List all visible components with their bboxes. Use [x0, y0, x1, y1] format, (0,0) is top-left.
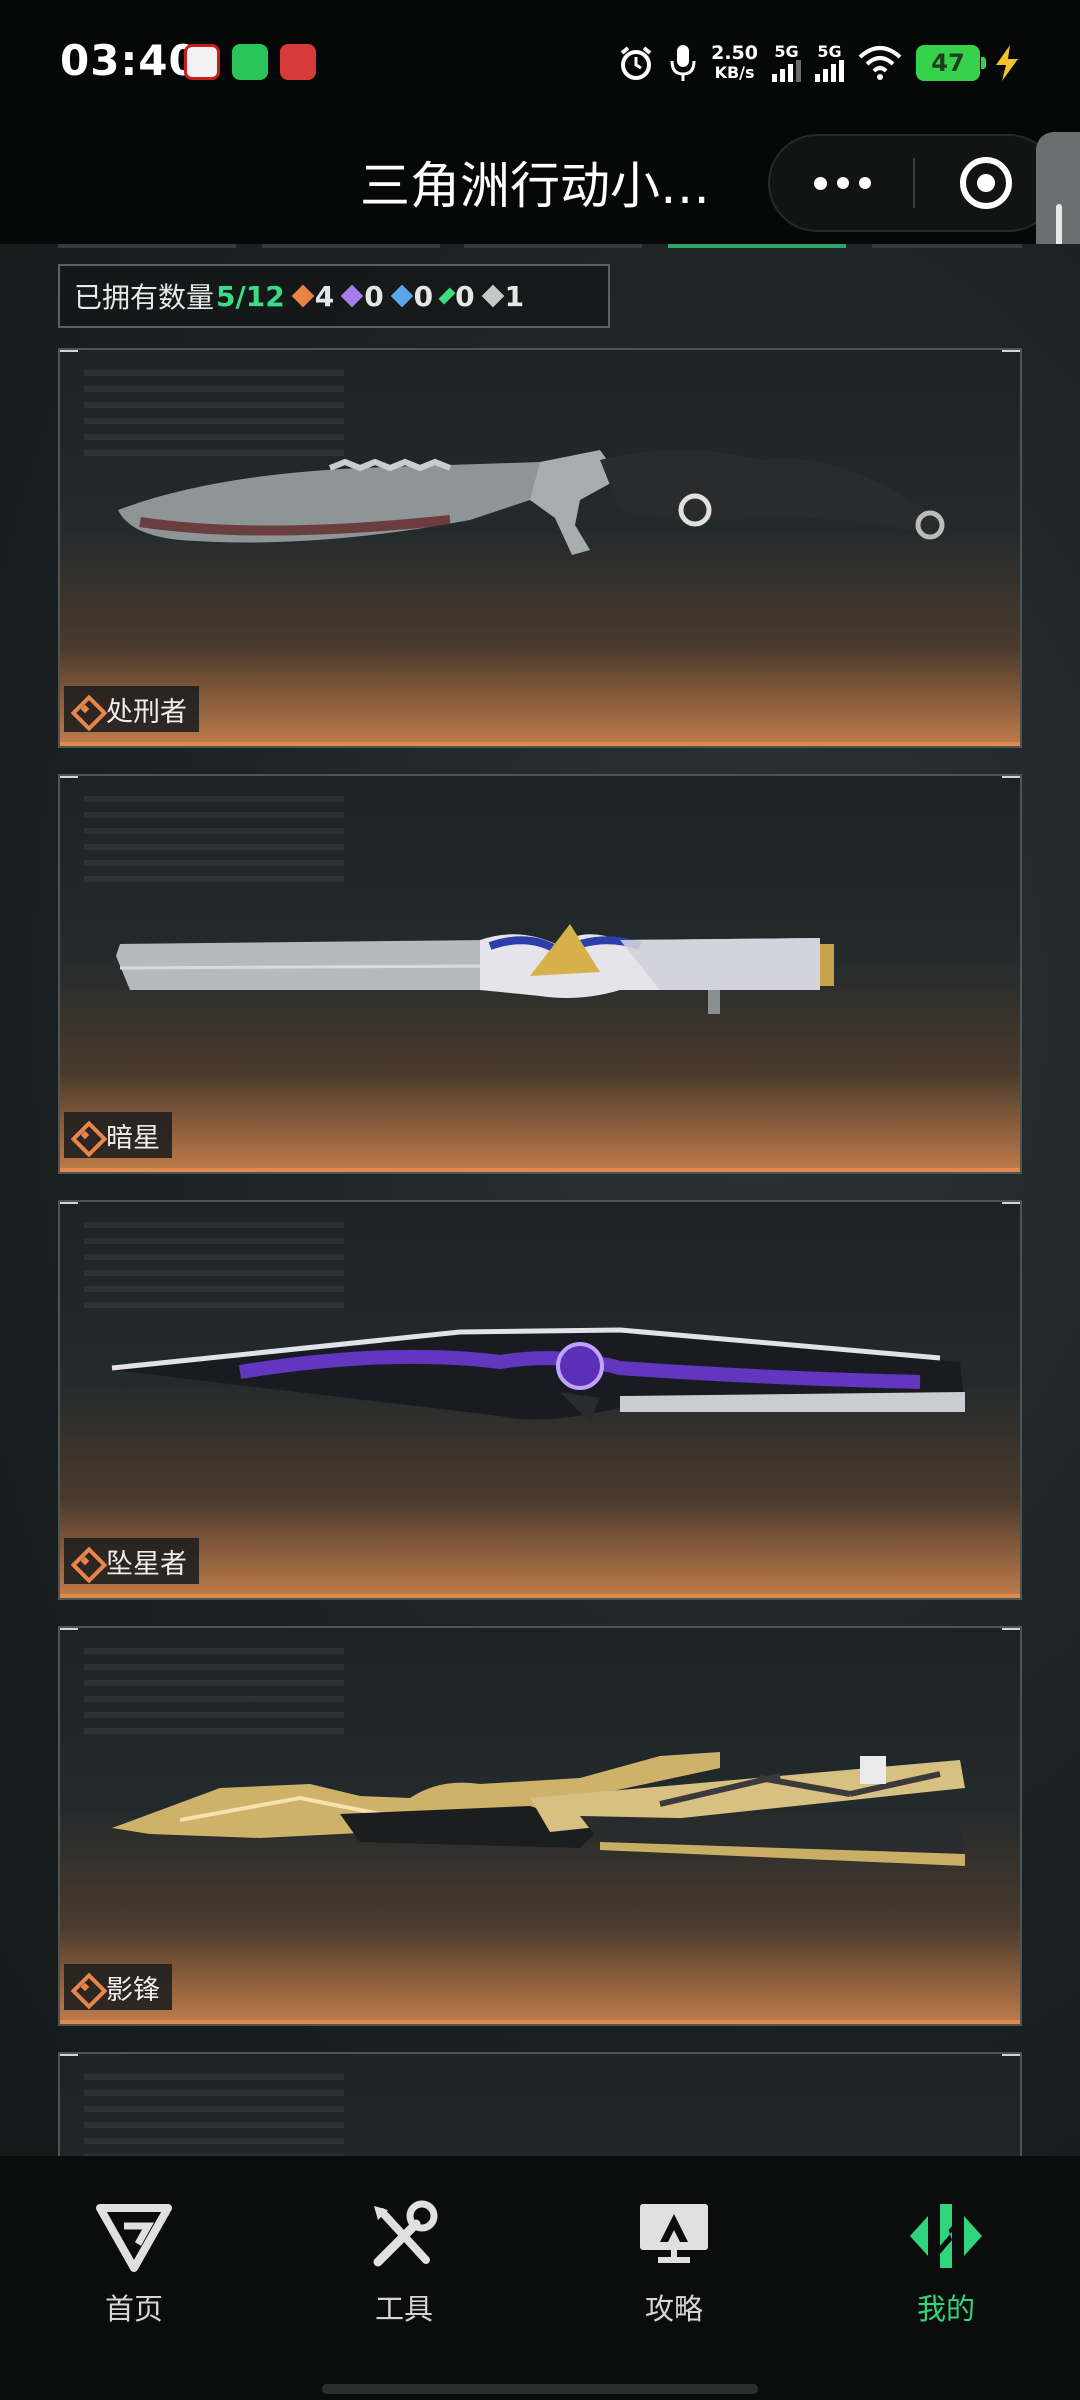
- knife-name: 处刑者: [106, 696, 187, 728]
- rarity-count-value: 0: [413, 279, 434, 313]
- target-circle-icon: [960, 157, 1012, 209]
- rarity-underline: [60, 2020, 1020, 2024]
- category-tabs-edge: [0, 244, 1080, 250]
- clock: 03:40: [60, 36, 199, 85]
- orange-rarity-icon: [72, 696, 98, 722]
- knife-image-star-faller: [111, 1327, 965, 1422]
- knife-name-tag: 坠星者: [64, 1538, 199, 1584]
- orange-rarity-icon: [72, 1548, 98, 1574]
- rarity-count-blue: 0: [390, 279, 434, 313]
- more-options-button[interactable]: [770, 136, 914, 230]
- rarity-count-value: 0: [455, 279, 475, 313]
- dot-icon: [813, 176, 827, 190]
- sim1-signal: 5G: [772, 44, 801, 82]
- nav-guide[interactable]: 攻略: [594, 2196, 754, 2328]
- bottom-navigation: 首页 工具 攻略 我的: [0, 2156, 1080, 2400]
- sim1-label: 5G: [774, 42, 799, 61]
- signal-bars-icon: [815, 60, 844, 82]
- knife-card[interactable]: 影锋: [58, 1626, 1022, 2026]
- knife-card[interactable]: 处刑者: [58, 348, 1022, 748]
- purple-diamond-icon: [340, 284, 364, 308]
- blue-diamond-icon: [390, 284, 413, 308]
- knife-card[interactable]: [58, 2052, 1022, 2156]
- home-indicator[interactable]: [322, 2384, 758, 2394]
- notification-icons: [184, 44, 316, 80]
- dot-icon: [858, 177, 871, 189]
- rarity-count-green: 0: [438, 279, 475, 313]
- rarity-count-purple: 0: [340, 279, 384, 313]
- sim2-signal: 5G: [815, 44, 844, 82]
- knife-card[interactable]: 坠星者: [58, 1200, 1022, 1600]
- knife-name: 影锋: [106, 1974, 160, 2006]
- knife-name-tag: 影锋: [64, 1964, 172, 2010]
- nav-home[interactable]: 首页: [54, 2196, 214, 2328]
- rarity-count-value: 1: [504, 279, 525, 313]
- dot-icon: [836, 177, 849, 189]
- knife-image-executioner: [118, 450, 945, 555]
- knife-name-tag: 处刑者: [64, 686, 199, 732]
- charging-bolt-icon: [996, 45, 1018, 81]
- nav-label: 工具: [374, 2292, 433, 2326]
- owned-count: 5/12: [216, 279, 285, 313]
- rarity-underline: [60, 1168, 1020, 1172]
- system-indicators: 2.50 KB/s 5G 5G 47: [617, 36, 1020, 90]
- owned-count-summary: 已拥有数量 5/12 4 0 0 0 1: [58, 264, 610, 328]
- wifi-icon: [858, 46, 902, 80]
- rarity-count-value: 4: [314, 279, 335, 313]
- mini-program-title-bar: 三角洲行动小…: [0, 126, 1080, 244]
- network-speed-unit: KB/s: [714, 63, 755, 82]
- network-speed-value: 2.50: [711, 42, 758, 64]
- page-title: 三角洲行动小…: [360, 157, 710, 215]
- tools-icon: [373, 2200, 438, 2267]
- alarm-icon: [620, 46, 652, 80]
- nav-tools[interactable]: 工具: [324, 2196, 484, 2328]
- knife-image-dark-star: [116, 924, 834, 1014]
- signal-bars-icon: [772, 60, 801, 82]
- mini-program-capsule: [768, 134, 1058, 232]
- decorative-text-texture: [84, 2074, 344, 2156]
- gray-diamond-icon: [481, 284, 504, 308]
- delta-logo-icon: [96, 2204, 172, 2272]
- knife-name: 暗星: [106, 1122, 160, 1154]
- wechat-notification-icon: [232, 44, 268, 80]
- nav-label: 我的: [916, 2292, 975, 2326]
- guide-monitor-icon: [640, 2204, 708, 2263]
- orange-diamond-icon: [291, 284, 315, 308]
- nav-label: 攻略: [644, 2292, 703, 2326]
- knife-image-shadow-edge: [112, 1752, 965, 1866]
- sim2-label: 5G: [817, 42, 842, 61]
- rarity-underline: [60, 1594, 1020, 1598]
- nav-profile[interactable]: 我的: [866, 2196, 1026, 2328]
- rarity-underline: [60, 742, 1020, 746]
- knife-card[interactable]: 暗星: [58, 774, 1022, 1174]
- game-app-notification-icon: [184, 44, 220, 80]
- nav-label: 首页: [104, 2292, 163, 2326]
- network-speed: 2.50 KB/s: [711, 43, 758, 83]
- owned-label: 已拥有数量: [74, 281, 215, 314]
- rarity-count-gray: 1: [481, 279, 525, 313]
- battery-indicator: 47: [916, 45, 986, 81]
- rarity-count-orange: 4: [291, 279, 335, 313]
- knife-collection-list[interactable]: 已拥有数量 5/12 4 0 0 0 1 处刑者 暗星 坠星者 影锋: [0, 244, 1080, 2156]
- profile-emblem-icon: [910, 2204, 982, 2268]
- orange-rarity-icon: [72, 1122, 98, 1148]
- status-bar: 03:40 2.50 KB/s 5G 5G 47: [0, 0, 1080, 126]
- green-diamond-icon: [438, 287, 456, 305]
- store-app-notification-icon: [280, 44, 316, 80]
- orange-rarity-icon: [72, 1974, 98, 2000]
- knife-name-tag: 暗星: [64, 1112, 172, 1158]
- microphone-icon: [670, 45, 696, 81]
- rarity-count-value: 0: [364, 279, 384, 313]
- knife-name: 坠星者: [106, 1548, 187, 1580]
